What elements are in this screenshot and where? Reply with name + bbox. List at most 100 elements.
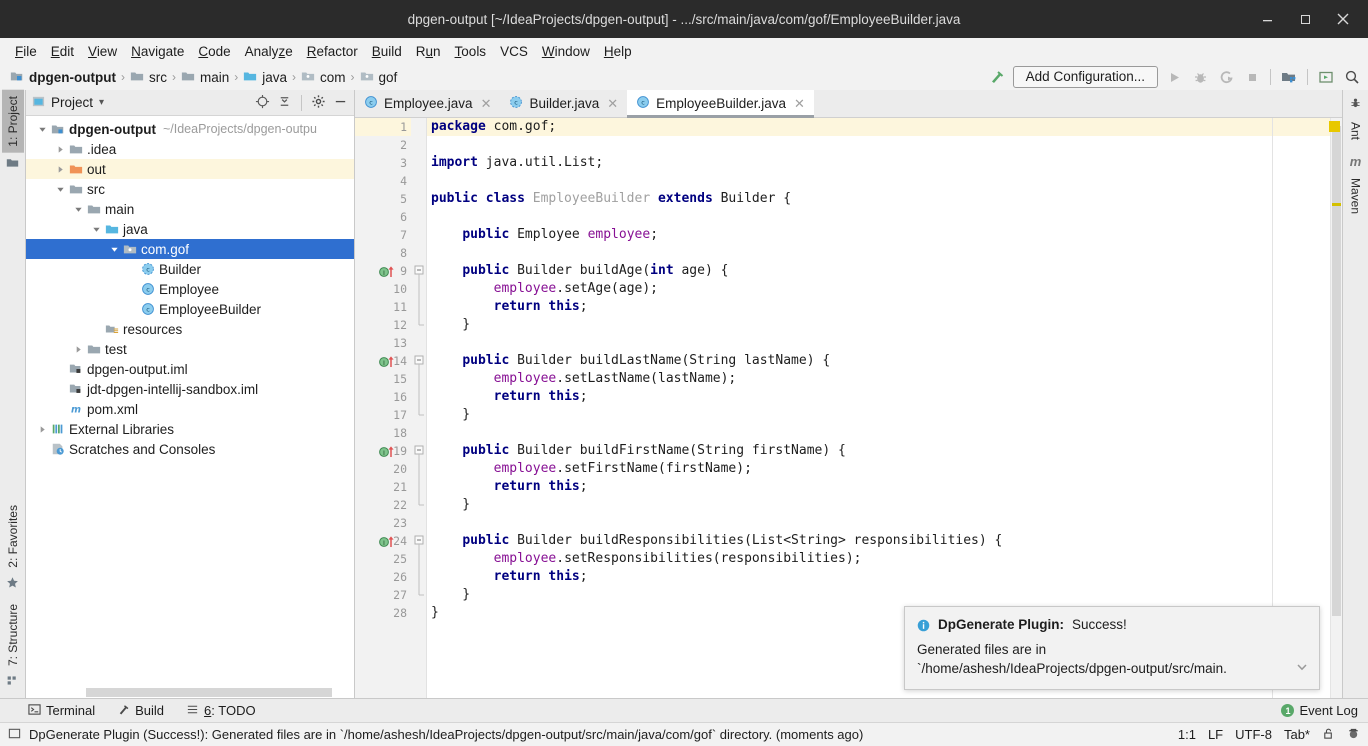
fold-marker[interactable] <box>411 586 426 604</box>
code-line[interactable] <box>427 334 1330 352</box>
expand-arrow-right-icon[interactable] <box>54 145 67 154</box>
fold-marker[interactable] <box>411 406 426 424</box>
fold-marker[interactable] <box>411 262 426 280</box>
code-line[interactable]: employee.setFirstName(firstName); <box>427 460 1330 478</box>
expand-arrow-right-icon[interactable] <box>36 425 49 434</box>
override-method-gutter-icon[interactable]: I <box>379 354 401 368</box>
expand-arrow-down-icon[interactable] <box>108 245 121 254</box>
code-line[interactable] <box>427 172 1330 190</box>
menu-edit[interactable]: Edit <box>44 42 81 61</box>
run-icon[interactable] <box>1164 67 1184 87</box>
menu-analyze[interactable]: Analyze <box>238 42 300 61</box>
editor-tab[interactable]: c Builder.java ✕ <box>500 90 627 117</box>
code-line[interactable]: return this; <box>427 298 1330 316</box>
maximize-button[interactable] <box>1288 4 1322 34</box>
close-icon[interactable]: ✕ <box>607 96 618 112</box>
tree-node[interactable]: c Builder <box>26 259 354 279</box>
fold-marker[interactable] <box>411 316 426 334</box>
code-line[interactable] <box>427 424 1330 442</box>
run-anything-icon[interactable] <box>1316 67 1336 87</box>
fold-marker[interactable] <box>411 496 426 514</box>
override-method-gutter-icon[interactable]: I <box>379 444 401 458</box>
menu-help[interactable]: Help <box>597 42 639 61</box>
project-tree-hscrollbar[interactable] <box>26 687 354 698</box>
add-configuration-button[interactable]: Add Configuration... <box>1012 66 1158 88</box>
breadcrumb-src[interactable]: src <box>126 68 171 87</box>
notification-balloon[interactable]: DpGenerate Plugin: Success! Generated fi… <box>904 606 1320 690</box>
editor-scrollbar[interactable] <box>1330 118 1342 698</box>
tree-node[interactable]: resources <box>26 319 354 339</box>
tree-node[interactable]: main <box>26 199 354 219</box>
menu-view[interactable]: View <box>81 42 124 61</box>
sidebar-item-favorites[interactable]: 2: Favorites <box>2 499 24 574</box>
code-folding-column[interactable] <box>411 118 427 698</box>
expand-arrow-down-icon[interactable] <box>90 225 103 234</box>
close-button[interactable] <box>1326 4 1360 34</box>
code-line[interactable]: return this; <box>427 388 1330 406</box>
project-tree[interactable]: dpgen-output ~/IdeaProjects/dpgen-outpu .i… <box>26 116 354 687</box>
tree-node[interactable]: out <box>26 159 354 179</box>
chevron-down-icon[interactable]: ▾ <box>99 97 104 108</box>
menu-run[interactable]: Run <box>409 42 448 61</box>
fold-marker[interactable] <box>411 532 426 550</box>
code-line[interactable]: public class EmployeeBuilder extends Bui… <box>427 190 1330 208</box>
code-line[interactable]: employee.setResponsibilities(responsibil… <box>427 550 1330 568</box>
menu-window[interactable]: Window <box>535 42 597 61</box>
code-line[interactable]: employee.setLastName(lastName); <box>427 370 1330 388</box>
code-line[interactable]: } <box>427 316 1330 334</box>
editor-gutter[interactable]: 1 2 3 4 5 6 7 8 9 I 10 11 12 13 14 I 15 16 17 18 19 I 20 21 22 23… <box>355 118 411 698</box>
minimize-button[interactable] <box>1250 4 1284 34</box>
fold-marker[interactable] <box>411 442 426 460</box>
code-line[interactable] <box>427 208 1330 226</box>
override-method-gutter-icon[interactable]: I <box>379 534 401 548</box>
indent-widget[interactable]: Tab* <box>1284 727 1310 742</box>
line-separator-widget[interactable]: LF <box>1208 727 1223 742</box>
breadcrumb-gof[interactable]: gof <box>356 68 402 87</box>
sidebar-item-structure[interactable]: 7: Structure <box>2 598 24 672</box>
tool-window-terminal[interactable]: Terminal <box>28 703 95 719</box>
status-message-icon[interactable] <box>8 727 21 743</box>
scrollbar-thumb[interactable] <box>1332 126 1341 616</box>
breadcrumb-com[interactable]: com <box>297 68 350 87</box>
caret-position-widget[interactable]: 1:1 <box>1178 727 1196 742</box>
scrollbar-warning-marker[interactable] <box>1332 203 1341 206</box>
expand-arrow-right-icon[interactable] <box>54 165 67 174</box>
breadcrumb-main[interactable]: main <box>177 68 233 87</box>
encoding-widget[interactable]: UTF-8 <box>1235 727 1272 742</box>
tree-node[interactable]: m pom.xml <box>26 399 354 419</box>
hide-icon[interactable] <box>333 94 348 112</box>
build-hammer-icon[interactable] <box>987 67 1007 87</box>
code-line[interactable]: employee.setAge(age); <box>427 280 1330 298</box>
code-line[interactable]: public Builder buildAge(int age) { <box>427 262 1330 280</box>
tree-node[interactable]: java <box>26 219 354 239</box>
expand-arrow-right-icon[interactable] <box>72 345 85 354</box>
tree-node[interactable]: dpgen-output ~/IdeaProjects/dpgen-outpu <box>26 119 354 139</box>
tool-window-todo[interactable]: 6: TODO <box>186 703 256 719</box>
unlocked-icon[interactable] <box>1322 727 1335 743</box>
code-line[interactable] <box>427 514 1330 532</box>
close-icon[interactable]: ✕ <box>481 96 492 112</box>
code-line[interactable]: public Builder buildResponsibilities(Lis… <box>427 532 1330 550</box>
tree-node[interactable]: test <box>26 339 354 359</box>
menu-code[interactable]: Code <box>191 42 237 61</box>
code-line[interactable]: } <box>427 496 1330 514</box>
tree-node[interactable]: External Libraries <box>26 419 354 439</box>
project-structure-icon[interactable] <box>1279 67 1299 87</box>
close-icon[interactable]: ✕ <box>794 96 805 112</box>
code-line[interactable]: return this; <box>427 568 1330 586</box>
tree-node[interactable]: dpgen-output.iml <box>26 359 354 379</box>
run-coverage-icon[interactable] <box>1216 67 1236 87</box>
sidebar-item-ant[interactable]: Ant <box>1345 116 1367 146</box>
inspector-icon[interactable] <box>1347 727 1360 743</box>
code-line[interactable]: public Builder buildFirstName(String fir… <box>427 442 1330 460</box>
editor-tab[interactable]: c Employee.java ✕ <box>355 90 500 117</box>
code-line[interactable]: } <box>427 406 1330 424</box>
sidebar-item-project[interactable]: 1: Project <box>1 90 24 153</box>
tree-node[interactable]: jdt-dpgen-intellij-sandbox.iml <box>26 379 354 399</box>
sidebar-item-maven[interactable]: Maven <box>1345 172 1367 220</box>
editor-tab[interactable]: c EmployeeBuilder.java ✕ <box>627 90 814 118</box>
tree-node[interactable]: Scratches and Consoles <box>26 439 354 459</box>
code-line[interactable]: return this; <box>427 478 1330 496</box>
code-line[interactable]: public Builder buildLastName(String last… <box>427 352 1330 370</box>
menu-refactor[interactable]: Refactor <box>300 42 365 61</box>
